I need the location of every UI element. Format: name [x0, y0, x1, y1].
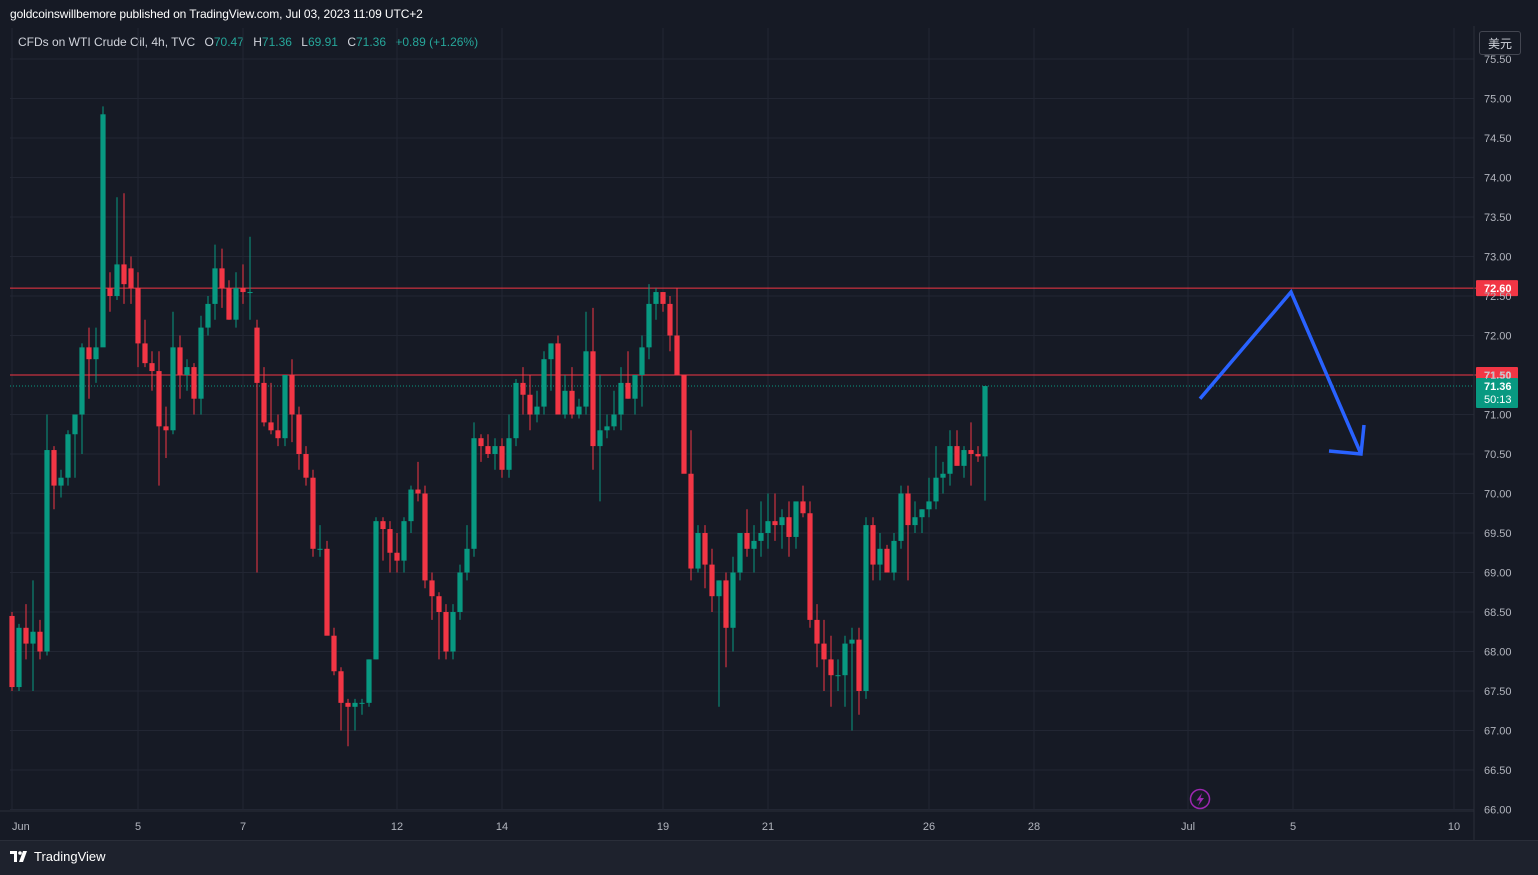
legend-close-label: C [347, 35, 356, 49]
legend-change-value: +0.89 (+1.26%) [395, 35, 479, 49]
legend-symbol[interactable]: CFDs on WTI Crude Oil, 4h, TVC [18, 35, 195, 49]
publish-line: goldcoinswillbemore published on Trading… [10, 7, 423, 21]
symbol-legend: CFDs on WTI Crude Oil, 4h, TVC O70.47 H7… [18, 35, 478, 49]
legend-high-label: H [253, 35, 262, 49]
tradingview-logo[interactable]: TradingView [10, 849, 106, 864]
footer-bar [0, 840, 1538, 875]
tradingview-logo-icon [10, 850, 27, 862]
legend-open-value: 70.47 [213, 35, 244, 49]
tradingview-logo-text: TradingView [34, 849, 106, 864]
legend-low-value: 69.91 [307, 35, 338, 49]
legend-open-label: O [204, 35, 214, 49]
legend-low-label: L [301, 35, 308, 49]
legend-high-value: 71.36 [261, 35, 292, 49]
chart-panel[interactable] [0, 26, 1538, 840]
legend-close-value: 71.36 [356, 35, 387, 49]
currency-button[interactable]: 美元 [1479, 31, 1521, 55]
